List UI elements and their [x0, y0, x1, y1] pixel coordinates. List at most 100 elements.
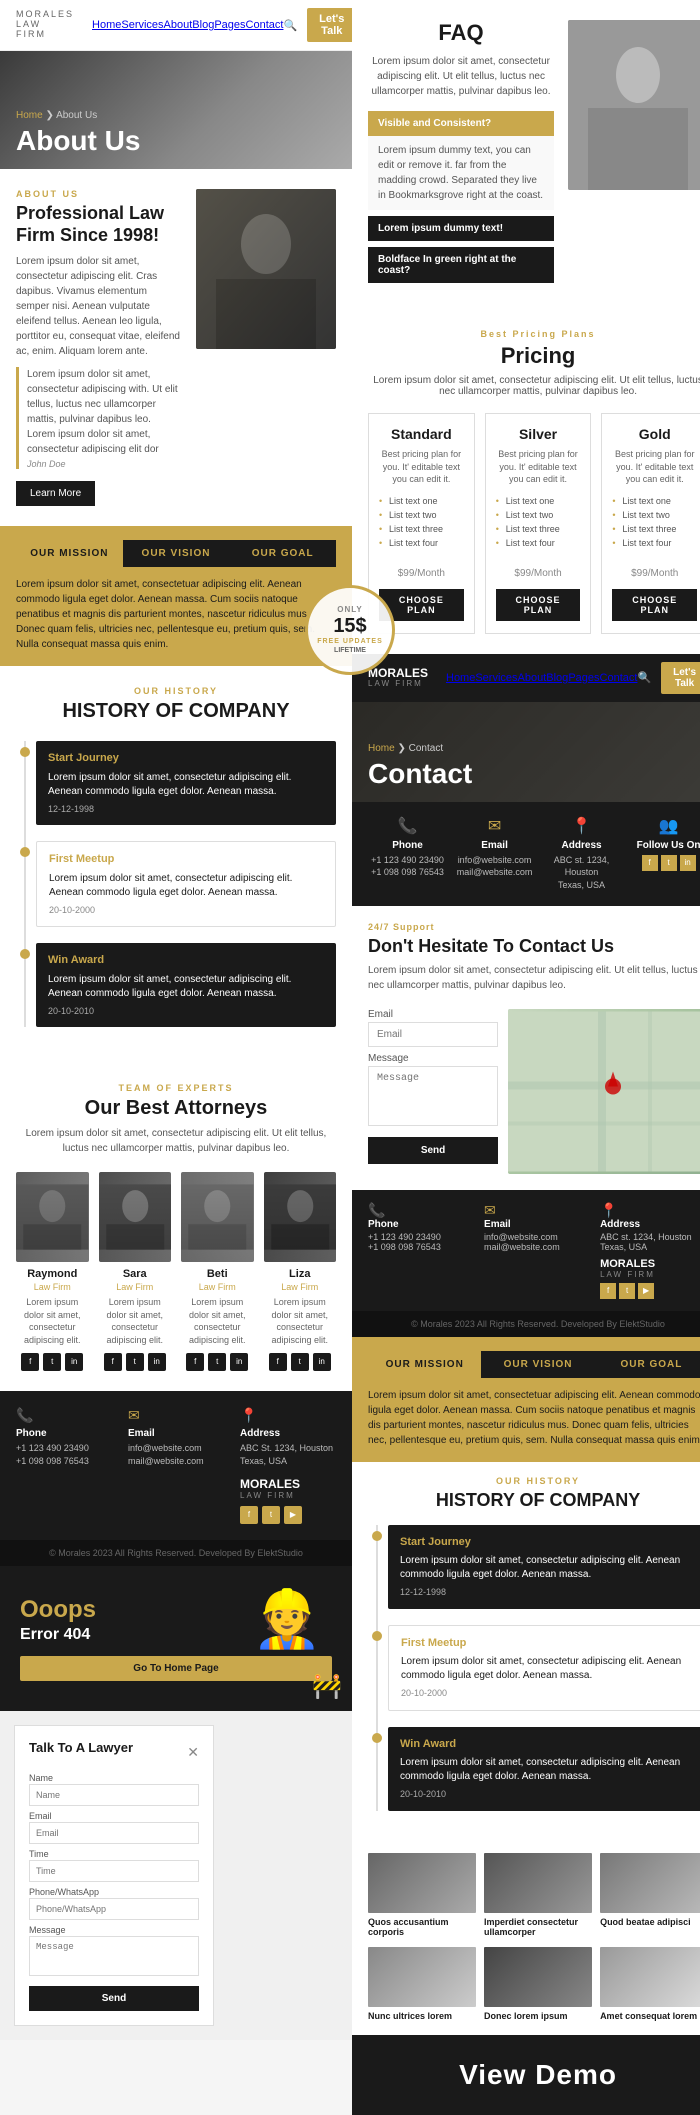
- plan-name-gold: Gold: [612, 426, 697, 442]
- team-role-beti: Law Firm: [181, 1282, 254, 1292]
- contact-copyright: © Morales 2023 All Rights Reserved. Deve…: [411, 1319, 665, 1329]
- timeline-title-1: Start Journey: [48, 751, 324, 766]
- mission-tab-1[interactable]: OUR MISSION: [16, 540, 123, 567]
- contact-breadcrumb: Home ❯ Contact: [368, 743, 700, 754]
- contact-nav-pages[interactable]: Pages: [568, 672, 599, 684]
- search-icon[interactable]: 🔍: [283, 19, 297, 32]
- contact-follow: 👥 Follow Us On f t in: [629, 816, 700, 892]
- choose-plan-silver[interactable]: CHOOSE PLAN: [496, 589, 581, 621]
- view-demo-button[interactable]: View Demo: [459, 2059, 617, 2091]
- plan-name-silver: Silver: [496, 426, 581, 442]
- faq-question-1[interactable]: Visible and Consistent?: [368, 111, 554, 136]
- social-in-raymond[interactable]: in: [65, 1353, 83, 1371]
- learn-more-button[interactable]: Learn More: [16, 481, 95, 506]
- cf-email-val: info@website.commail@website.com: [484, 1232, 592, 1252]
- footer-email-label: Email: [128, 1428, 224, 1439]
- breadcrumb-home[interactable]: Home: [16, 110, 43, 121]
- popup-title: Talk To A Lawyer: [29, 1740, 133, 1755]
- nav-pages[interactable]: Pages: [214, 19, 245, 31]
- faq-image: [568, 20, 700, 190]
- contact-nav-services[interactable]: Services: [475, 672, 517, 684]
- nav-contact[interactable]: Contact: [246, 19, 284, 31]
- contact-search-icon[interactable]: 🔍: [637, 671, 651, 684]
- history2-heading: HISTORY OF COMPANY: [368, 1490, 700, 1511]
- timeline-date-3: 20-10-2010: [48, 1005, 324, 1018]
- contact-phone-label: Phone: [368, 840, 447, 851]
- social-fb-sara[interactable]: f: [104, 1353, 122, 1371]
- contact-nav-home[interactable]: Home: [446, 672, 475, 684]
- popup-time-input[interactable]: [29, 1860, 199, 1882]
- cf-address-label: Address: [600, 1219, 700, 1230]
- pricing-grid: Standard Best pricing plan for you. It' …: [368, 413, 700, 634]
- timeline2-title-3: Win Award: [400, 1737, 696, 1752]
- social-tw-liza[interactable]: t: [291, 1353, 309, 1371]
- mission2-tab-1[interactable]: OUR MISSION: [368, 1351, 481, 1378]
- social-in-liza[interactable]: in: [313, 1353, 331, 1371]
- plan-desc-gold: Best pricing plan for you. It' editable …: [612, 448, 697, 486]
- nav-home[interactable]: Home: [92, 19, 121, 31]
- nav-services[interactable]: Services: [121, 19, 163, 31]
- social-fb-liza[interactable]: f: [269, 1353, 287, 1371]
- cf-fb[interactable]: f: [600, 1283, 616, 1299]
- navbar: MORALES LAW FIRM Home Services About Blo…: [0, 0, 352, 51]
- footer-email: ✉ Email info@website.commail@website.com: [128, 1407, 224, 1524]
- contact-message-input[interactable]: [368, 1066, 498, 1126]
- popup-wrapper: Talk To A Lawyer ✕ Name Email Time Phone…: [0, 1711, 352, 2040]
- lets-talk-button[interactable]: Let's Talk: [307, 8, 356, 42]
- social-fb-raymond[interactable]: f: [21, 1353, 39, 1371]
- popup-name-input[interactable]: [29, 1784, 199, 1806]
- contact-navbar: MORALESLAW FIRM Home Services About Blog…: [352, 654, 700, 702]
- footer-yt[interactable]: ▶: [284, 1506, 302, 1524]
- follow-tw[interactable]: t: [661, 855, 677, 871]
- social-tw-raymond[interactable]: t: [43, 1353, 61, 1371]
- cf-phone-icon: 📞: [368, 1202, 476, 1219]
- quote-author: John Doe: [27, 459, 182, 469]
- social-fb-beti[interactable]: f: [186, 1353, 204, 1371]
- social-tw-beti[interactable]: t: [208, 1353, 226, 1371]
- popup-message-input[interactable]: [29, 1936, 199, 1976]
- mission2-tab-2[interactable]: OUR VISION: [481, 1351, 594, 1378]
- mission2-tab-3[interactable]: OUR GOAL: [595, 1351, 700, 1378]
- contact-nav-contact[interactable]: Contact: [600, 672, 638, 684]
- faq-question-3[interactable]: Boldface In green right at the coast?: [368, 247, 554, 283]
- blog-card-3: Quod beatae adipisci: [600, 1853, 700, 1939]
- blog-img-6: [600, 1947, 700, 2007]
- contact-nav-about[interactable]: About: [518, 672, 547, 684]
- popup-phone-input[interactable]: [29, 1898, 199, 1920]
- popup-send-button[interactable]: Send: [29, 1986, 199, 2011]
- faq-question-2[interactable]: Lorem ipsum dummy text!: [368, 216, 554, 241]
- contact-info-bar: 📞 Phone +1 123 490 23490+1 098 098 76543…: [352, 802, 700, 906]
- popup-close-button[interactable]: ✕: [187, 1744, 199, 1761]
- nav-about[interactable]: About: [164, 19, 193, 31]
- social-in-sara[interactable]: in: [148, 1353, 166, 1371]
- footer-tw[interactable]: t: [262, 1506, 280, 1524]
- mission-tab-2[interactable]: OUR VISION: [123, 540, 230, 567]
- social-tw-sara[interactable]: t: [126, 1353, 144, 1371]
- choose-plan-standard[interactable]: CHOOSE PLAN: [379, 589, 464, 621]
- copyright-left: © Morales 2023 All Rights Reserved. Deve…: [49, 1548, 303, 1558]
- timeline-item-3: Win Award Lorem ipsum dolor sit amet, co…: [36, 943, 336, 1027]
- choose-plan-gold[interactable]: CHOOSE PLAN: [612, 589, 697, 621]
- follow-fb[interactable]: f: [642, 855, 658, 871]
- blog-card-4: Nunc ultrices lorem: [368, 1947, 476, 2023]
- timeline2-item-3: Win Award Lorem ipsum dolor sit amet, co…: [388, 1727, 700, 1811]
- cf-tw[interactable]: t: [619, 1283, 635, 1299]
- timeline2-item-2: First Meetup Lorem ipsum dolor sit amet,…: [388, 1625, 700, 1711]
- feature-4: List text four: [379, 536, 464, 550]
- contact-lets-talk-button[interactable]: Let's Talk: [661, 662, 700, 694]
- footer-fb[interactable]: f: [240, 1506, 258, 1524]
- team-section: TEAM OF EXPERTS Our Best Attorneys Lorem…: [0, 1063, 352, 1390]
- contact-nav-blog[interactable]: Blog: [546, 672, 568, 684]
- cf-yt[interactable]: ▶: [638, 1283, 654, 1299]
- mission-tab-3[interactable]: OUR GOAL: [229, 540, 336, 567]
- contact-send-button[interactable]: Send: [368, 1137, 498, 1164]
- contact-breadcrumb-home[interactable]: Home: [368, 743, 395, 754]
- contact-follow-icon: 👥: [629, 816, 700, 836]
- nav-blog[interactable]: Blog: [192, 19, 214, 31]
- cf-email-icon: ✉: [484, 1202, 592, 1219]
- go-home-button[interactable]: Go To Home Page: [20, 1656, 332, 1681]
- popup-email-input[interactable]: [29, 1822, 199, 1844]
- contact-email-input[interactable]: [368, 1022, 498, 1047]
- follow-in[interactable]: in: [680, 855, 696, 871]
- social-in-beti[interactable]: in: [230, 1353, 248, 1371]
